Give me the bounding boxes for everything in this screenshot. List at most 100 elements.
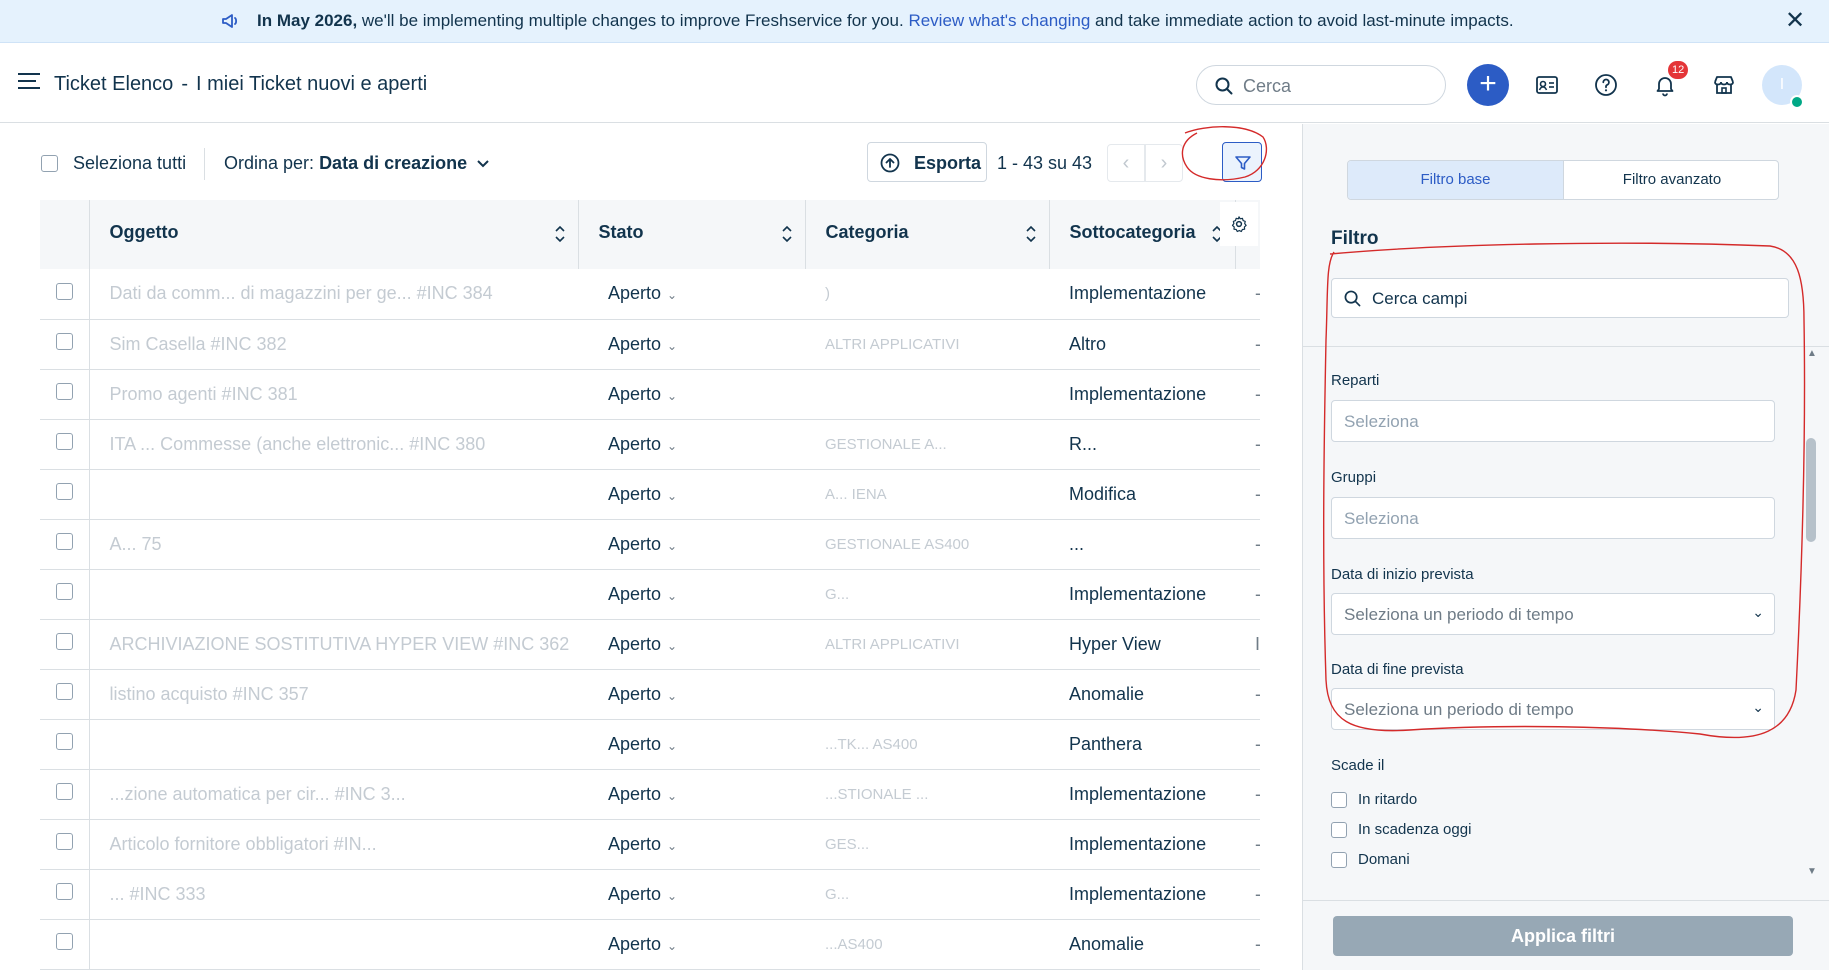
ticket-status-dropdown[interactable]: Aperto ⌄ (578, 669, 805, 720)
column-header-sottocategoria[interactable]: Sottocategoria (1049, 200, 1236, 269)
contact-card-icon[interactable] (1526, 64, 1568, 106)
row-checkbox[interactable] (55, 533, 73, 550)
table-row[interactable]: Aperto⌄...TK... AS400Panthera- (40, 719, 1260, 770)
ticket-status-dropdown[interactable]: Aperto ⌄ (578, 469, 805, 520)
ticket-subject[interactable]: listino acquisto #INC 357 (89, 669, 578, 720)
row-checkbox-cell (40, 719, 90, 770)
previous-page-button[interactable]: ‹ (1107, 144, 1145, 182)
chevron-down-icon: ⌄ (667, 888, 678, 903)
table-row[interactable]: Sim Casella #INC 382 Aperto ⌄ ALTRI APPLICA… (40, 319, 1260, 370)
reparti-select[interactable]: Seleziona (1331, 400, 1775, 442)
row-checkbox-cell (40, 619, 90, 670)
ticket-status-dropdown[interactable]: Aperto ⌄ (578, 869, 805, 920)
sort-icon[interactable] (781, 222, 793, 246)
next-page-button[interactable]: › (1145, 144, 1183, 182)
ticket-status-dropdown[interactable]: Aperto ⌄ (578, 569, 805, 620)
review-changes-link[interactable]: Review what's changing (908, 11, 1090, 30)
table-row[interactable]: ...zione automatica per cir... #INC 3...… (40, 769, 1260, 820)
chevron-down-icon: ⌄ (667, 388, 678, 403)
row-checkbox[interactable] (55, 583, 73, 600)
filter-scrollbar[interactable]: ▲ ▼ (1803, 348, 1819, 880)
column-header-stato[interactable]: Stato (578, 200, 806, 269)
ticket-status-dropdown[interactable]: Aperto ⌄ (578, 769, 805, 820)
ticket-status-dropdown[interactable]: Aperto ⌄ (578, 269, 805, 320)
table-row[interactable]: Articolo fornitore obbligatori #IN... Ape… (40, 819, 1260, 870)
ticket-subject[interactable]: Sim Casella #INC 382 (89, 319, 578, 370)
ticket-subject[interactable] (89, 719, 578, 770)
row-checkbox[interactable] (55, 433, 73, 450)
row-checkbox[interactable] (55, 383, 73, 400)
row-checkbox[interactable] (55, 683, 73, 700)
ticket-subject[interactable] (89, 469, 578, 520)
ticket-status-dropdown[interactable]: Aperto ⌄ (578, 319, 805, 370)
row-checkbox[interactable] (55, 783, 73, 800)
start-date-select[interactable]: Seleziona un periodo di tempo ⌄ (1331, 593, 1775, 635)
ticket-status-dropdown[interactable]: Aperto ⌄ (578, 369, 805, 420)
store-icon[interactable] (1703, 64, 1745, 106)
row-checkbox[interactable] (55, 483, 73, 500)
export-button[interactable]: Esporta (867, 142, 987, 182)
ticket-subject[interactable] (89, 919, 578, 970)
filter-field-search-input[interactable]: Cerca campi (1331, 278, 1789, 318)
table-row[interactable]: Aperto⌄...AS400Anomalie- (40, 919, 1260, 970)
ticket-subject[interactable]: ...zione automatica per cir... #INC 3... (89, 769, 578, 820)
scroll-up-arrow-icon[interactable]: ▲ (1807, 348, 1817, 359)
select-all-checkbox[interactable] (41, 155, 58, 172)
table-row[interactable]: Dati da comm... di magazzini per ge... #… (40, 269, 1260, 320)
ticket-subject[interactable]: A... 75 (89, 519, 578, 570)
table-row[interactable]: ITA ... Commesse (anche elettronic... #I… (40, 419, 1260, 470)
row-checkbox[interactable] (55, 733, 73, 750)
ticket-status-dropdown[interactable]: Aperto ⌄ (578, 619, 805, 670)
sort-icon[interactable] (554, 222, 566, 246)
ticket-status-dropdown[interactable]: Aperto ⌄ (578, 519, 805, 570)
column-header-categoria[interactable]: Categoria (805, 200, 1050, 269)
ticket-subject[interactable]: Dati da comm... di magazzini per ge... #… (89, 269, 578, 320)
chevron-down-icon: ⌄ (1752, 604, 1764, 620)
table-row[interactable]: Aperto⌄A... IENAModifica- (40, 469, 1260, 520)
row-checkbox[interactable] (55, 633, 73, 650)
table-row[interactable]: ... #INC 333Aperto⌄G...Implementazione- (40, 869, 1260, 920)
sort-dropdown[interactable]: Ordina per: Data di creazione (224, 153, 490, 174)
row-checkbox[interactable] (55, 282, 73, 300)
scroll-down-arrow-icon[interactable]: ▼ (1807, 866, 1817, 877)
row-checkbox[interactable] (55, 333, 73, 350)
close-icon[interactable]: ✕ (1780, 6, 1810, 36)
help-icon[interactable] (1585, 64, 1627, 106)
column-header-oggetto[interactable]: Oggetto (89, 200, 579, 269)
sort-icon[interactable] (1025, 222, 1037, 246)
ticket-subject[interactable]: Articolo fornitore obbligatori #IN... (89, 819, 578, 870)
ticket-status-dropdown[interactable]: Aperto ⌄ (578, 919, 805, 970)
ticket-extra: - (1235, 269, 1260, 320)
chevron-down-icon: ⌄ (667, 688, 678, 703)
apply-filters-button[interactable]: Applica filtri (1333, 916, 1793, 956)
ticket-subject[interactable]: Promo agenti #INC 381 (89, 369, 578, 420)
scrollbar-thumb[interactable] (1806, 438, 1816, 542)
row-checkbox[interactable] (55, 883, 73, 900)
table-row[interactable]: Promo agenti #INC 381 Aperto ⌄ Implementazi… (40, 369, 1260, 420)
row-checkbox[interactable] (55, 933, 73, 950)
gruppi-select[interactable]: Seleziona (1331, 497, 1775, 539)
ticket-status-dropdown[interactable]: Aperto ⌄ (578, 819, 805, 870)
table-row[interactable]: A... 75Aperto⌄GESTIONALE AS400...- (40, 519, 1260, 570)
ticket-subject[interactable]: ARCHIVIAZIONE SOSTITUTIVA HYPER VIEW #IN… (89, 619, 578, 670)
filter-toggle-button[interactable] (1222, 142, 1262, 182)
menu-icon[interactable] (18, 73, 40, 91)
ticket-category: ...STIONALE ... (805, 769, 1049, 820)
table-row[interactable]: listino acquisto #INC 357 Aperto ⌄ Anomalie… (40, 669, 1260, 720)
ticket-subject[interactable] (89, 569, 578, 620)
table-row[interactable]: ARCHIVIAZIONE SOSTITUTIVA HYPER VIEW #IN… (40, 619, 1260, 670)
table-row[interactable]: Aperto⌄G...Implementazione- (40, 569, 1260, 620)
ticket-subject[interactable]: ITA ... Commesse (anche elettronic... #I… (89, 419, 578, 470)
ticket-status-dropdown[interactable]: Aperto ⌄ (578, 419, 805, 470)
row-checkbox[interactable] (55, 833, 73, 850)
ticket-status-dropdown[interactable]: Aperto ⌄ (578, 719, 805, 770)
ticket-subject[interactable]: ... #INC 333 (89, 869, 578, 920)
tab-advanced-filter[interactable]: Filtro avanzato (1564, 161, 1778, 199)
global-search-input[interactable]: Cerca (1196, 65, 1446, 105)
tab-basic-filter[interactable]: Filtro base (1348, 161, 1564, 199)
new-item-button[interactable]: + (1467, 64, 1509, 106)
end-date-select[interactable]: Seleziona un periodo di tempo ⌄ (1331, 688, 1775, 730)
column-settings-button[interactable] (1220, 202, 1258, 246)
ticket-subcategory: Implementazione (1049, 869, 1235, 920)
ticket-extra: - (1235, 519, 1260, 570)
